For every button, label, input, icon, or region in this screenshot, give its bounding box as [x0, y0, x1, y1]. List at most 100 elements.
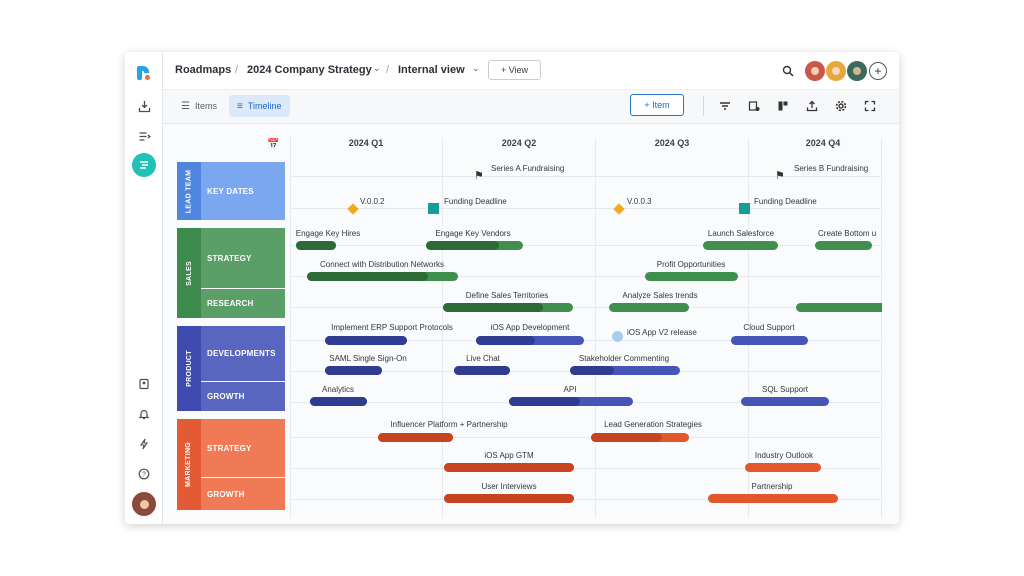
- timeline-bar[interactable]: [325, 366, 382, 375]
- calendar-settings-icon[interactable]: 📅: [267, 139, 279, 150]
- settings-list-icon[interactable]: [745, 97, 763, 115]
- timeline-bar[interactable]: [703, 241, 778, 250]
- quarter-gridline: [290, 138, 291, 518]
- timeline-bar[interactable]: [310, 397, 367, 406]
- breadcrumb-view[interactable]: Internal view: [398, 64, 465, 76]
- bell-icon[interactable]: [132, 402, 156, 426]
- flag-icon[interactable]: ⚑: [775, 169, 785, 182]
- milestone-diamond[interactable]: [347, 203, 359, 215]
- timeline-bar[interactable]: [741, 397, 829, 406]
- gear-icon[interactable]: [832, 97, 850, 115]
- timeline-bar[interactable]: [454, 366, 510, 375]
- layout-icon[interactable]: [774, 97, 792, 115]
- timeline-bar[interactable]: [325, 336, 407, 345]
- inbox-icon[interactable]: [132, 94, 156, 118]
- lane-row-developments[interactable]: DEVELOPMENTS: [201, 326, 285, 381]
- quarter-label: 2024 Q4: [805, 138, 841, 148]
- timeline-bar[interactable]: [476, 336, 584, 345]
- add-view-button[interactable]: + View: [488, 60, 541, 80]
- quarter-label: 2024 Q2: [501, 138, 537, 148]
- breadcrumb-roadmap[interactable]: 2024 Company Strategy: [247, 64, 372, 76]
- app-logo[interactable]: [135, 64, 153, 82]
- timeline-bar[interactable]: [296, 241, 336, 250]
- timeline-bar[interactable]: [444, 463, 574, 472]
- expand-icon[interactable]: [861, 97, 879, 115]
- milestone-square[interactable]: [739, 203, 750, 214]
- lane-team-header[interactable]: SALES: [177, 228, 201, 318]
- timeline-bar[interactable]: [796, 303, 882, 312]
- top-bar: Roadmaps / 2024 Company Strategy ⌄ / Int…: [163, 52, 899, 90]
- list-icon[interactable]: [132, 124, 156, 148]
- timeline-bar[interactable]: [645, 272, 738, 281]
- milestone-label: Series B Fundraising: [794, 164, 869, 173]
- lane-row-strategy[interactable]: STRATEGY: [201, 419, 285, 477]
- timeline-bar[interactable]: [570, 366, 680, 375]
- tab-timeline[interactable]: ≡ Timeline: [229, 95, 290, 117]
- item-label: iOS App GTM: [484, 451, 534, 460]
- breadcrumb-separator: /: [235, 64, 239, 76]
- milestone-circle[interactable]: [612, 331, 623, 342]
- timeline-bar[interactable]: [591, 433, 689, 442]
- item-label: SAML Single Sign-On: [329, 354, 407, 363]
- timeline-bar[interactable]: [378, 433, 453, 442]
- lane-row-research[interactable]: RESEARCH: [201, 289, 285, 318]
- lane-team-header[interactable]: MARKETING: [177, 419, 201, 510]
- lightning-icon[interactable]: [132, 432, 156, 456]
- item-label: Engage Key Hires: [295, 229, 361, 238]
- milestone-diamond[interactable]: [613, 203, 625, 215]
- lane-team-header[interactable]: PRODUCT: [177, 326, 201, 411]
- milestone-label: Funding Deadline: [754, 197, 817, 206]
- lane-marketing: MARKETING STRATEGY GROWTH: [177, 419, 285, 510]
- lane-row-growth[interactable]: GROWTH: [201, 478, 285, 510]
- lane-sales: SALES STRATEGY RESEARCH: [177, 228, 285, 318]
- timeline-bar[interactable]: [426, 241, 523, 250]
- help-icon[interactable]: ?: [132, 462, 156, 486]
- lane-team-header[interactable]: LEAD TEAM: [177, 162, 201, 220]
- contacts-icon[interactable]: [132, 372, 156, 396]
- item-label: Industry Outlook: [754, 451, 814, 460]
- breadcrumb-separator: /: [386, 64, 390, 76]
- collaborator-avatar[interactable]: [805, 61, 825, 81]
- chevron-down-icon[interactable]: ⌄: [373, 63, 381, 74]
- timeline-bar[interactable]: [509, 397, 633, 406]
- user-avatar[interactable]: [132, 492, 156, 516]
- tab-items[interactable]: ☰ Items: [173, 95, 225, 117]
- item-label: Cloud Support: [743, 323, 795, 332]
- lane-product: PRODUCT DEVELOPMENTS GROWTH: [177, 326, 285, 411]
- item-label: Live Chat: [466, 354, 500, 363]
- list-icon: ☰: [181, 100, 190, 112]
- timeline-bar[interactable]: [609, 303, 689, 312]
- filter-icon[interactable]: [716, 97, 734, 115]
- share-icon[interactable]: [803, 97, 821, 115]
- collaborator-avatar[interactable]: [826, 61, 846, 81]
- item-label: API: [563, 385, 577, 394]
- add-item-button[interactable]: + Item: [630, 94, 684, 116]
- add-collaborator-icon[interactable]: +: [869, 62, 887, 80]
- timeline-bar[interactable]: [731, 336, 808, 345]
- flag-icon[interactable]: ⚑: [474, 169, 484, 182]
- timeline-bar[interactable]: [745, 463, 821, 472]
- item-label: User Interviews: [481, 482, 537, 491]
- milestone-square[interactable]: [428, 203, 439, 214]
- chevron-down-icon[interactable]: ⌄: [472, 63, 480, 74]
- lane-row-strategy[interactable]: STRATEGY: [201, 228, 285, 288]
- item-label: Stakeholder Commenting: [578, 354, 670, 363]
- breadcrumb-roadmaps[interactable]: Roadmaps: [175, 64, 231, 76]
- roadmap-icon[interactable]: [132, 153, 156, 177]
- search-icon[interactable]: [779, 62, 797, 80]
- lane-lead-team: LEAD TEAM KEY DATES: [177, 162, 285, 220]
- lane-row-growth[interactable]: GROWTH: [201, 382, 285, 411]
- app-window: ? Roadmaps / 2024 Company Strategy ⌄ / I…: [125, 52, 899, 524]
- item-label: SQL Support: [762, 385, 808, 394]
- timeline-bar[interactable]: [307, 272, 458, 281]
- item-label: Profit Opportunities: [656, 260, 726, 269]
- collaborator-avatar[interactable]: [847, 61, 867, 81]
- lane-row-key-dates[interactable]: KEY DATES: [201, 162, 285, 220]
- item-label: Influencer Platform + Partnership: [390, 420, 508, 429]
- timeline-bar[interactable]: [708, 494, 838, 503]
- timeline-bar[interactable]: [815, 241, 872, 250]
- timeline-bar[interactable]: [444, 494, 574, 503]
- timeline-bar[interactable]: [443, 303, 573, 312]
- item-label: Analyze Sales trends: [622, 291, 698, 300]
- quarter-gridline: [595, 138, 596, 518]
